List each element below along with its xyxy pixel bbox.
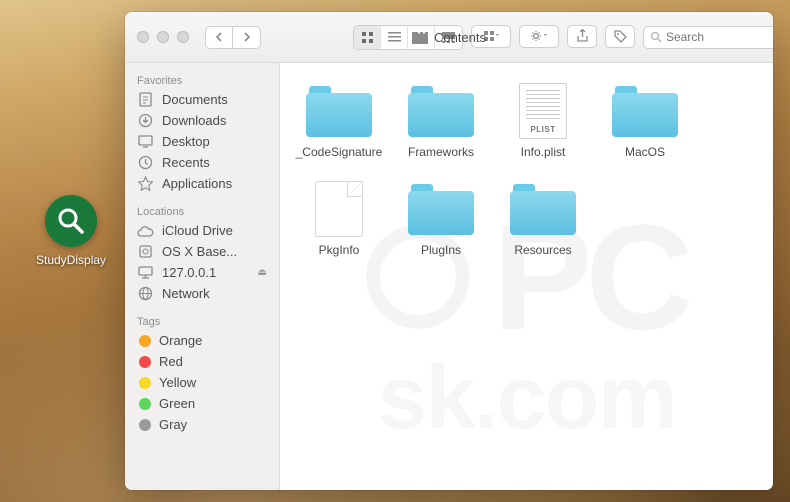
folder-icon — [412, 31, 428, 44]
file-label: Info.plist — [493, 145, 593, 159]
sidebar-item-osxbase[interactable]: OS X Base... — [125, 241, 279, 262]
close-button[interactable] — [137, 31, 149, 43]
tag-label: Red — [159, 354, 183, 369]
forward-button[interactable] — [233, 26, 261, 49]
folder-icon — [306, 83, 372, 137]
minimize-button[interactable] — [157, 31, 169, 43]
maximize-button[interactable] — [177, 31, 189, 43]
window-title: Contents — [412, 30, 486, 45]
tag-yellow[interactable]: Yellow — [125, 372, 279, 393]
file-item[interactable]: _CodeSignature — [289, 83, 389, 159]
sidebar-item-recents[interactable]: Recents — [125, 152, 279, 173]
nav-buttons — [205, 26, 261, 49]
tags-heading: Tags — [125, 312, 279, 330]
magnifier-icon — [45, 195, 97, 247]
file-item[interactable]: Frameworks — [391, 83, 491, 159]
file-label: Resources — [493, 243, 593, 257]
tag-dot-icon — [139, 419, 151, 431]
sidebar-item-network[interactable]: Network — [125, 283, 279, 304]
tag-gray[interactable]: Gray — [125, 414, 279, 435]
file-label: Frameworks — [391, 145, 491, 159]
folder-icon — [408, 181, 474, 235]
sidebar-item-label: Recents — [162, 155, 210, 170]
folder-icon — [510, 181, 576, 235]
file-label: MacOS — [595, 145, 695, 159]
desktop-icon — [137, 134, 154, 149]
file-label: _CodeSignature — [289, 145, 389, 159]
folder-icon — [408, 83, 474, 137]
file-item[interactable]: MacOS — [595, 83, 695, 159]
sidebar-item-desktop[interactable]: Desktop — [125, 131, 279, 152]
recents-icon — [137, 155, 154, 170]
file-icon — [315, 181, 363, 237]
doc-icon — [137, 92, 154, 107]
locations-heading: Locations — [125, 202, 279, 220]
down-icon — [137, 113, 154, 128]
tag-label: Yellow — [159, 375, 196, 390]
icon-view-button[interactable] — [354, 26, 381, 49]
tag-label: Green — [159, 396, 195, 411]
file-item[interactable]: Resources — [493, 181, 593, 257]
window-controls — [137, 31, 189, 43]
tag-label: Gray — [159, 417, 187, 432]
search-field[interactable] — [643, 26, 773, 49]
watermark-text: sk.com — [280, 347, 773, 450]
file-item[interactable]: PkgInfo — [289, 181, 389, 257]
tag-dot-icon — [139, 356, 151, 368]
sidebar-item-label: 127.0.0.1 — [162, 265, 216, 280]
search-icon — [650, 31, 662, 43]
file-browser[interactable]: PC sk.com _CodeSignatureFrameworksInfo.p… — [280, 63, 773, 490]
plist-icon — [519, 83, 567, 139]
tag-red[interactable]: Red — [125, 351, 279, 372]
sidebar-item-label: Downloads — [162, 113, 226, 128]
globe-icon — [137, 286, 154, 301]
tags-button[interactable] — [605, 25, 635, 48]
tag-orange[interactable]: Orange — [125, 330, 279, 351]
sidebar-item-label: Documents — [162, 92, 228, 107]
folder-icon — [612, 83, 678, 137]
tag-green[interactable]: Green — [125, 393, 279, 414]
sidebar-item-label: Applications — [162, 176, 232, 191]
tag-label: Orange — [159, 333, 202, 348]
tag-dot-icon — [139, 335, 151, 347]
finder-window: Contents Favorites Documents Downloads Des… — [125, 12, 773, 490]
list-view-button[interactable] — [381, 26, 408, 49]
search-input[interactable] — [666, 30, 773, 44]
sidebar-item-documents[interactable]: Documents — [125, 89, 279, 110]
file-label: PkgInfo — [289, 243, 389, 257]
sidebar-item-iclouddrive[interactable]: iCloud Drive — [125, 220, 279, 241]
cloud-icon — [137, 223, 154, 238]
sidebar-item-127001[interactable]: 127.0.0.1 ⏏ — [125, 262, 279, 283]
desktop-app-icon[interactable]: StudyDisplay — [36, 195, 106, 267]
desktop-icon-label: StudyDisplay — [36, 253, 106, 267]
disk-icon — [137, 244, 154, 259]
file-item[interactable]: PlugIns — [391, 181, 491, 257]
back-button[interactable] — [205, 26, 233, 49]
sidebar-item-label: Desktop — [162, 134, 210, 149]
file-item[interactable]: Info.plist — [493, 83, 593, 159]
sidebar-item-applications[interactable]: Applications — [125, 173, 279, 194]
view-switcher — [353, 25, 643, 50]
share-button[interactable] — [567, 25, 597, 48]
tag-dot-icon — [139, 398, 151, 410]
eject-icon[interactable]: ⏏ — [258, 267, 267, 278]
sidebar-item-label: iCloud Drive — [162, 223, 233, 238]
sidebar-item-label: OS X Base... — [162, 244, 237, 259]
apps-icon — [137, 176, 154, 191]
file-label: PlugIns — [391, 243, 491, 257]
favorites-heading: Favorites — [125, 71, 279, 89]
tag-dot-icon — [139, 377, 151, 389]
sidebar-item-downloads[interactable]: Downloads — [125, 110, 279, 131]
sidebar: Favorites Documents Downloads Desktop Recen… — [125, 63, 280, 490]
titlebar: Contents — [125, 12, 773, 63]
action-button[interactable] — [519, 25, 559, 48]
sidebar-item-label: Network — [162, 286, 210, 301]
monitor-icon — [137, 265, 154, 280]
